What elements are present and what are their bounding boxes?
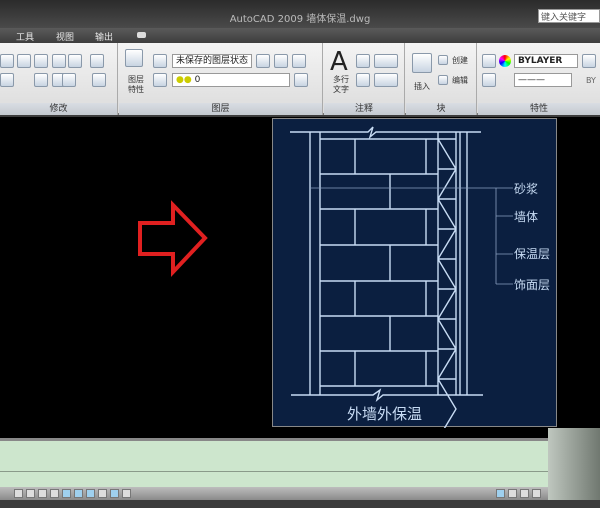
command-divider <box>0 471 548 472</box>
otrack-toggle[interactable] <box>74 489 83 498</box>
leader-icon[interactable] <box>374 73 398 87</box>
explode-icon[interactable] <box>92 73 106 87</box>
layer-iso-icon[interactable] <box>256 54 270 68</box>
layout1-button[interactable] <box>508 489 517 498</box>
model-button[interactable] <box>496 489 505 498</box>
grid-toggle[interactable] <box>26 489 35 498</box>
callout-wall: 墙体 <box>514 210 539 224</box>
list-icon[interactable] <box>482 73 496 87</box>
move-icon[interactable] <box>0 54 14 68</box>
callout-insulation: 保温层 <box>514 247 551 261</box>
layer-state-dropdown[interactable]: 未保存的图层状态 <box>172 54 252 68</box>
mtext-label[interactable]: 多行 文字 <box>331 75 351 95</box>
insert-label[interactable]: 插入 <box>414 81 430 92</box>
panel-block: 插入 创建 编辑 块 <box>406 43 477 115</box>
layer-unisolate-icon[interactable] <box>274 54 288 68</box>
layer-state-icon[interactable] <box>153 54 167 68</box>
table-icon[interactable] <box>356 73 370 87</box>
linetype-dropdown[interactable]: ——— <box>514 73 572 87</box>
rotate-icon[interactable] <box>17 54 31 68</box>
lineweight-value[interactable]: BY <box>586 76 596 85</box>
window-title: AutoCAD 2009 墙体保温.dwg <box>229 14 371 25</box>
array-icon[interactable] <box>90 54 104 68</box>
text-style-icon[interactable] <box>356 54 370 68</box>
make-current-icon[interactable] <box>153 73 167 87</box>
layer-properties-icon[interactable] <box>125 49 143 67</box>
red-arrow <box>138 200 208 278</box>
qp-toggle[interactable] <box>122 489 131 498</box>
panel-label: 块 <box>406 103 476 115</box>
match-properties-icon[interactable] <box>482 54 496 68</box>
osnap-toggle[interactable] <box>62 489 71 498</box>
wall-lines <box>290 126 483 428</box>
lwt-toggle[interactable] <box>110 489 119 498</box>
wall-insulation-drawing: 砂浆 墙体 保温层 饰面层 外墙外保温 <box>272 118 557 428</box>
layer-properties-label[interactable]: 图层 特性 <box>126 75 146 95</box>
ducs-toggle[interactable] <box>86 489 95 498</box>
callout-mortar: 砂浆 <box>514 182 539 196</box>
layer-match-icon[interactable] <box>294 73 308 87</box>
search-input[interactable]: 键入关键字 <box>538 9 600 23</box>
dyn-toggle[interactable] <box>98 489 107 498</box>
dimension-icon[interactable] <box>374 54 398 68</box>
create-label[interactable]: 创建 <box>452 55 468 66</box>
current-layer: 0 <box>194 75 201 85</box>
panel-label: 特性 <box>478 103 600 115</box>
trim-icon[interactable] <box>34 73 48 87</box>
panel-layers: 图层 特性 未保存的图层状态 ●● 0 图层 <box>119 43 323 115</box>
panel-label: 修改 <box>0 103 117 115</box>
polar-toggle[interactable] <box>50 489 59 498</box>
stretch-icon[interactable] <box>52 54 66 68</box>
viewport-button[interactable] <box>532 489 541 498</box>
drawing-caption: 外墙外保温 <box>347 405 423 423</box>
menu-tools[interactable]: 工具 <box>16 30 34 43</box>
insert-block-icon[interactable] <box>412 53 432 73</box>
menu-output[interactable]: 输出 <box>95 30 113 43</box>
window-edge <box>548 428 600 500</box>
menu-bar <box>0 28 600 43</box>
snap-toggle[interactable] <box>14 489 23 498</box>
edit-block-icon[interactable] <box>438 75 448 85</box>
scale-icon[interactable] <box>34 54 48 68</box>
command-window[interactable] <box>0 438 548 488</box>
create-block-icon[interactable] <box>438 55 448 65</box>
lineweight-icon[interactable] <box>582 54 596 68</box>
panel-label: 注释 <box>324 103 404 115</box>
layer-off-icon[interactable] <box>292 54 306 68</box>
color-wheel-icon[interactable] <box>499 55 511 67</box>
mirror-icon[interactable] <box>68 54 82 68</box>
qat-dropdown-icon[interactable] <box>137 32 146 38</box>
menu-view[interactable]: 视图 <box>56 30 74 43</box>
mtext-icon[interactable]: A <box>330 47 348 77</box>
panel-annotation: A 多行 文字 注释 <box>324 43 405 115</box>
erase-icon[interactable] <box>0 73 14 87</box>
callout-finish: 饰面层 <box>514 278 551 292</box>
color-dropdown[interactable]: BYLAYER <box>514 54 578 68</box>
edit-label[interactable]: 编辑 <box>452 75 468 86</box>
panel-modify: 修改 <box>0 43 118 115</box>
layout2-button[interactable] <box>520 489 529 498</box>
fillet-icon[interactable] <box>62 73 76 87</box>
panel-properties: BYLAYER ——— BY 特性 <box>478 43 600 115</box>
layer-dropdown[interactable]: ●● 0 <box>172 73 290 87</box>
wall-section <box>290 126 513 428</box>
panel-label: 图层 <box>119 103 322 115</box>
ortho-toggle[interactable] <box>38 489 47 498</box>
